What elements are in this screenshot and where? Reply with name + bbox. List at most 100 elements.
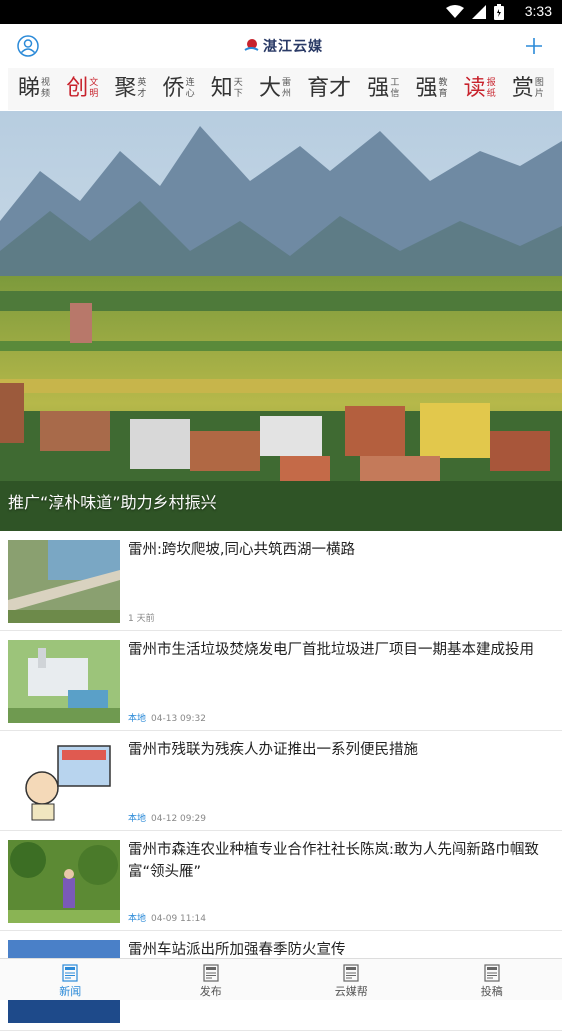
news-meta: 本地 04-12 09:29: [128, 811, 206, 824]
plus-icon[interactable]: [522, 34, 546, 58]
hero-image: [0, 111, 562, 531]
channel-sub-char: 纸: [487, 89, 496, 100]
channel-sub-label: 图片: [535, 78, 544, 100]
channel-sub-char: 视: [41, 78, 50, 89]
news-thumbnail: [8, 740, 120, 823]
channel-sub-char: 频: [41, 89, 50, 100]
channel-sub-char: 连: [186, 78, 195, 89]
channel-sub-label: 报纸: [487, 78, 496, 100]
newspaper-icon: [61, 964, 79, 982]
channel-sub-label: 文明: [89, 78, 98, 100]
logo-mark-icon: [243, 38, 259, 54]
channel-big-char: 侨: [163, 78, 185, 100]
tab-item[interactable]: 新闻: [0, 959, 141, 1000]
newspaper-icon: [202, 964, 220, 982]
app-bar: 湛江云媒: [0, 24, 562, 68]
tab-item[interactable]: 云媒帮: [281, 959, 422, 1000]
channel-big-char: 知: [211, 78, 233, 100]
channel-big-char: 聚: [114, 78, 136, 100]
channel-big-char: 强: [367, 78, 389, 100]
channel-sub-char: 工: [390, 78, 399, 89]
channel-sub-char: 教: [439, 78, 448, 89]
news-tag: 本地: [128, 814, 146, 824]
signal-icon: [472, 5, 486, 19]
channel-sub-char: 下: [234, 89, 243, 100]
channel-sub-label: 英才: [137, 78, 146, 100]
channel-sub-label: 雷州: [282, 78, 291, 100]
news-thumbnail: [8, 540, 120, 623]
channel-sub-char: 信: [390, 89, 399, 100]
channel-sub-label: 天下: [234, 78, 243, 100]
channel-sub-char: 天: [234, 78, 243, 89]
news-time: 04-12 09:29: [151, 814, 206, 824]
news-title: 雷州:跨坎爬坡,同心共筑西湖一横路: [128, 539, 552, 561]
news-tag: 本地: [128, 714, 146, 724]
tab-label: 新闻: [59, 983, 81, 999]
channel-sub-char: 片: [535, 89, 544, 100]
news-thumbnail: [8, 840, 120, 923]
channel-item[interactable]: 强工信: [367, 71, 399, 107]
channel-sub-char: 文: [89, 78, 98, 89]
channel-big-char: 睇: [18, 78, 40, 100]
status-time: 3:33: [525, 3, 552, 19]
channel-sub-char: 州: [282, 89, 291, 100]
news-item[interactable]: 雷州市生活垃圾焚烧发电厂首批垃圾进厂项目一期基本建成投用本地 04-13 09:3…: [0, 631, 562, 731]
status-icons: [446, 4, 504, 20]
news-time: 1 天前: [128, 614, 155, 624]
channel-strip: 睇视频创文明聚英才侨连心知天下大雷州育才强工信强教育读报纸赏图片: [8, 68, 554, 110]
channel-sub-char: 才: [137, 89, 146, 100]
channel-big-char: 创: [66, 78, 88, 100]
news-item[interactable]: 雷州市残联为残疾人办证推出一系列便民措施本地 04-12 09:29: [0, 731, 562, 831]
channel-sub-label: 视频: [41, 78, 50, 100]
bottom-tab-bar: 新闻 发布 云媒帮 投稿: [0, 958, 562, 1000]
channel-item[interactable]: 大雷州: [259, 71, 291, 107]
channel-item[interactable]: 侨连心: [163, 71, 195, 107]
hero-caption: 推广“淳朴味道”助力乡村振兴: [8, 489, 217, 513]
channel-item[interactable]: 聚英才: [114, 71, 146, 107]
channel-sub-label: 教育: [439, 78, 448, 100]
channel-sub-char: 雷: [282, 78, 291, 89]
channel-big-char: 赏: [512, 78, 534, 100]
news-item[interactable]: 雷州市森连农业种植专业合作社社长陈岚:敢为人先闯新路巾帼致富“领头雁” 本地 04-…: [0, 831, 562, 931]
news-list: 雷州:跨坎爬坡,同心共筑西湖一横路 1 天前雷州市生活垃圾焚烧发电厂首批垃圾进厂项…: [0, 531, 562, 1031]
channel-sub-char: 英: [137, 78, 146, 89]
channel-sub-label: 工信: [390, 78, 399, 100]
logo-text: 湛江云媒: [263, 36, 323, 56]
wifi-icon: [446, 5, 464, 19]
news-title: 雷州市生活垃圾焚烧发电厂首批垃圾进厂项目一期基本建成投用: [128, 639, 552, 661]
news-thumbnail: [8, 640, 120, 723]
channel-item[interactable]: 育才: [307, 71, 351, 107]
battery-icon: [494, 4, 504, 20]
channel-sub-char: 图: [535, 78, 544, 89]
tab-label: 投稿: [481, 983, 503, 999]
tab-label: 发布: [200, 983, 222, 999]
news-tag: 本地: [128, 914, 146, 924]
channel-sub-char: 心: [186, 89, 195, 100]
channel-big-char: 大: [259, 78, 281, 100]
channel-big-char: 育才: [307, 78, 351, 100]
tab-label: 云媒帮: [335, 983, 368, 999]
channel-item[interactable]: 知天下: [211, 71, 243, 107]
news-item[interactable]: 雷州:跨坎爬坡,同心共筑西湖一横路 1 天前: [0, 531, 562, 631]
news-meta: 1 天前: [128, 611, 155, 624]
tab-item[interactable]: 投稿: [422, 959, 562, 1000]
tab-item[interactable]: 发布: [141, 959, 282, 1000]
news-time: 04-09 11:14: [151, 914, 206, 924]
news-time: 04-13 09:32: [151, 714, 206, 724]
channel-item[interactable]: 强教育: [415, 71, 447, 107]
channel-item[interactable]: 创文明: [66, 71, 98, 107]
channel-sub-char: 报: [487, 78, 496, 89]
channel-big-char: 强: [415, 78, 437, 100]
news-meta: 本地 04-09 11:14: [128, 911, 206, 924]
newspaper-icon: [483, 964, 501, 982]
channel-item[interactable]: 读报纸: [464, 71, 496, 107]
channel-item[interactable]: 睇视频: [18, 71, 50, 107]
hero-banner[interactable]: 推广“淳朴味道”助力乡村振兴: [0, 111, 562, 531]
news-title: 雷州市残联为残疾人办证推出一系列便民措施: [128, 739, 552, 761]
newspaper-icon: [342, 964, 360, 982]
news-title: 雷州市森连农业种植专业合作社社长陈岚:敢为人先闯新路巾帼致富“领头雁”: [128, 839, 552, 883]
news-meta: 本地 04-13 09:32: [128, 711, 206, 724]
user-icon[interactable]: [17, 35, 39, 57]
channel-big-char: 读: [464, 78, 486, 100]
channel-item[interactable]: 赏图片: [512, 71, 544, 107]
